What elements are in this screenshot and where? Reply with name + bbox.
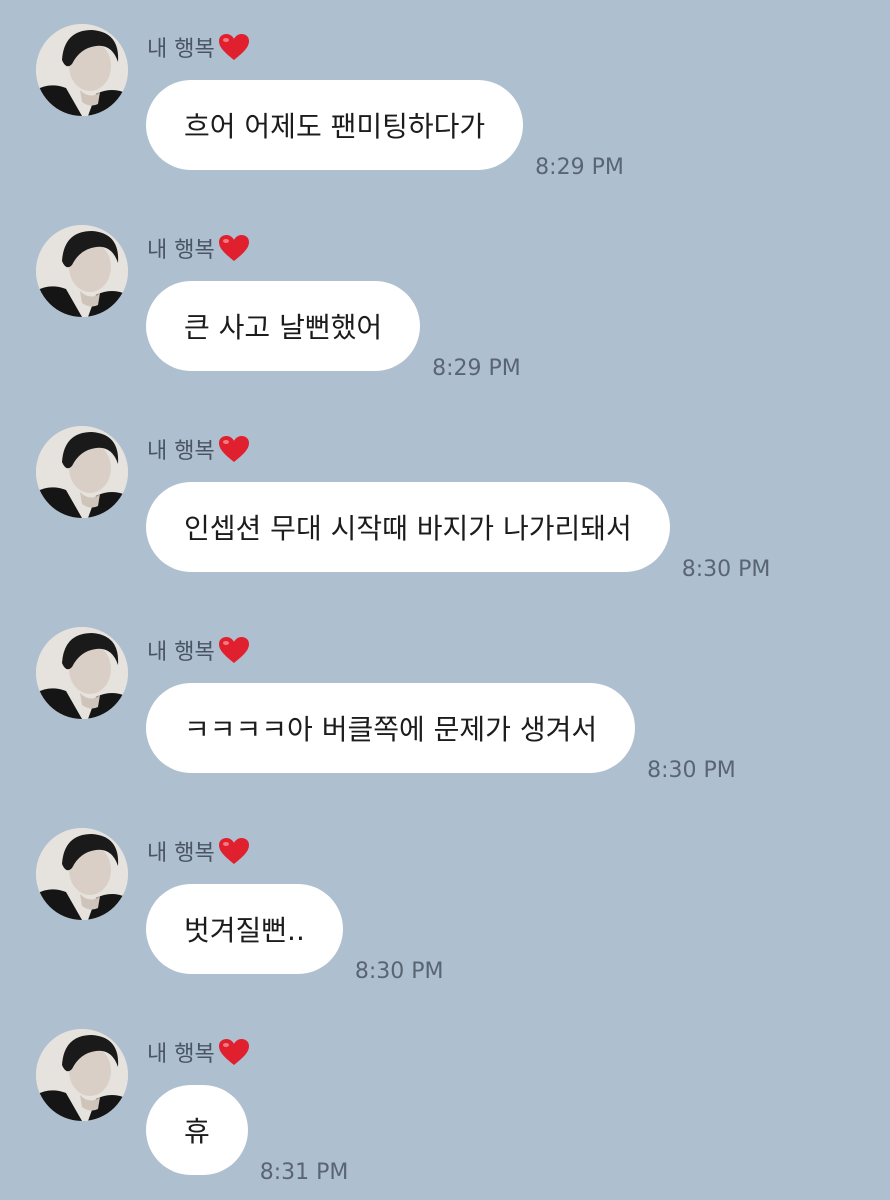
red-heart-icon: [217, 32, 251, 62]
message-item: 내 행복 휴 8:31 PM: [0, 1005, 890, 1195]
message-row: 인셉션 무대 시작때 바지가 나가리돼서 8:30 PM: [146, 482, 770, 582]
red-heart-icon: [217, 635, 251, 665]
avatar[interactable]: [36, 627, 128, 719]
sender-header: 내 행복: [147, 231, 251, 265]
sender-name: 내 행복: [147, 640, 215, 665]
message-item: 내 행복 흐어 어제도 팬미팅하다가 8:29 PM: [0, 0, 890, 190]
message-bubble[interactable]: 벗겨질뻔..: [146, 884, 343, 974]
message-bubble[interactable]: 큰 사고 날뻔했어: [146, 281, 421, 371]
message-row: 흐어 어제도 팬미팅하다가 8:29 PM: [146, 80, 624, 180]
message-row: ㅋㅋㅋㅋ아 버클쪽에 문제가 생겨서 8:30 PM: [146, 683, 736, 783]
sender-name: 내 행복: [147, 1042, 215, 1067]
message-timestamp: 8:30 PM: [681, 557, 771, 582]
message-timestamp: 8:29 PM: [535, 155, 624, 180]
avatar[interactable]: [36, 24, 128, 116]
message-row: 벗겨질뻔.. 8:30 PM: [146, 884, 444, 984]
message-bubble[interactable]: ㅋㅋㅋㅋ아 버클쪽에 문제가 생겨서: [146, 683, 636, 773]
red-heart-icon: [217, 836, 251, 866]
avatar[interactable]: [36, 828, 128, 920]
sender-name: 내 행복: [147, 37, 215, 62]
message-item: 내 행복 큰 사고 날뻔했어 8:29 PM: [0, 201, 890, 391]
message-bubble[interactable]: 휴: [146, 1085, 248, 1175]
message-row: 휴 8:31 PM: [146, 1085, 348, 1185]
message-timestamp: 8:30 PM: [354, 959, 444, 984]
sender-name: 내 행복: [147, 841, 215, 866]
sender-header: 내 행복: [147, 1035, 251, 1069]
message-timestamp: 8:30 PM: [647, 758, 736, 783]
avatar[interactable]: [36, 1029, 128, 1121]
message-bubble[interactable]: 흐어 어제도 팬미팅하다가: [146, 80, 524, 170]
message-bubble[interactable]: 인셉션 무대 시작때 바지가 나가리돼서: [146, 482, 670, 572]
sender-header: 내 행복: [147, 834, 251, 868]
message-item: 내 행복 ㅋㅋㅋㅋ아 버클쪽에 문제가 생겨서 8:30 PM: [0, 603, 890, 793]
message-row: 큰 사고 날뻔했어 8:29 PM: [146, 281, 521, 381]
message-timestamp: 8:29 PM: [432, 356, 521, 381]
chat-thread: 내 행복 흐어 어제도 팬미팅하다가 8:29 PM 내 행복 큰 사고 날뻔했…: [0, 0, 890, 1200]
red-heart-icon: [217, 233, 251, 263]
sender-header: 내 행복: [147, 432, 251, 466]
sender-header: 내 행복: [147, 633, 251, 667]
message-item: 내 행복 벗겨질뻔.. 8:30 PM: [0, 804, 890, 994]
red-heart-icon: [217, 434, 251, 464]
sender-name: 내 행복: [147, 439, 215, 464]
avatar[interactable]: [36, 426, 128, 518]
sender-name: 내 행복: [147, 238, 215, 263]
message-item: 내 행복 인셉션 무대 시작때 바지가 나가리돼서 8:30 PM: [0, 402, 890, 592]
avatar[interactable]: [36, 225, 128, 317]
sender-header: 내 행복: [147, 30, 251, 64]
red-heart-icon: [217, 1037, 251, 1067]
message-timestamp: 8:31 PM: [259, 1160, 349, 1185]
